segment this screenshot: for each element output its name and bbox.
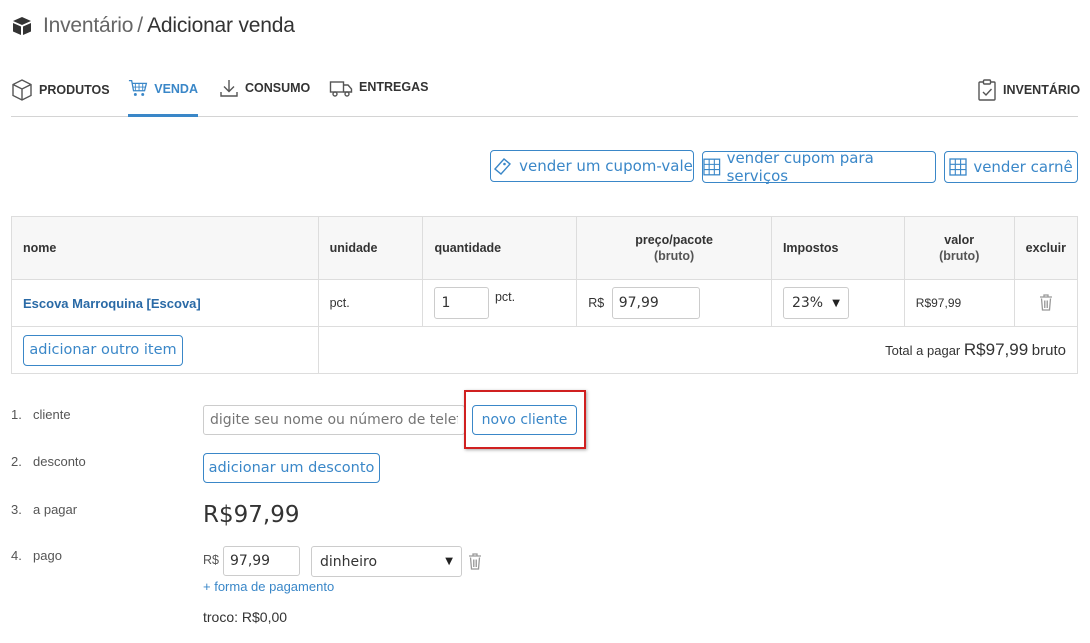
price-input[interactable]: 97,99 (611, 287, 700, 319)
cube-icon (12, 79, 32, 101)
payment-method-value: dinheiro (320, 553, 378, 570)
table-header-row: nome unidade quantidade preço/pacote (br… (11, 216, 1079, 280)
trash-icon[interactable] (468, 552, 482, 570)
product-name-link[interactable]: Escova Marroquina [Escova] (23, 296, 201, 311)
table-footer-row: adicionar outro item Total a pagar R$97,… (11, 326, 1079, 374)
sell-voucher-label: vender um cupom-vale (519, 157, 693, 175)
row-number: 1. (11, 407, 22, 422)
change-amount: troco: R$0,00 (203, 609, 288, 625)
breadcrumb-separator: / (137, 14, 144, 37)
add-discount-button[interactable]: adicionar um desconto (203, 453, 380, 483)
paid-row: 4. pago (11, 548, 62, 563)
to-pay-label: a pagar (33, 502, 78, 517)
grid-icon (949, 158, 967, 176)
sell-carne-button[interactable]: vender carnê (944, 151, 1078, 183)
tab-bar: PRODUTOS VENDA CONSUMO ENTREGAS INVENTÁR… (11, 72, 1080, 117)
tab-produtos[interactable]: PRODUTOS (11, 72, 110, 117)
truck-icon (329, 81, 353, 97)
caret-down-icon: ▼ (445, 556, 453, 567)
tab-venda[interactable]: VENDA (128, 72, 198, 117)
tab-consumo[interactable]: CONSUMO (219, 72, 310, 117)
to-pay-row: 3. a pagar (11, 502, 77, 517)
tab-label: CONSUMO (245, 81, 311, 95)
total-label: Total a pagar (885, 343, 961, 358)
discount-label: desconto (33, 454, 86, 469)
add-item-button[interactable]: adicionar outro item (23, 334, 183, 366)
download-icon (220, 80, 238, 97)
quantity-unit: pct. (494, 290, 516, 304)
value-cell: R$97,99 (903, 279, 1015, 327)
ticket-icon (494, 158, 512, 175)
tab-label: PRODUTOS (39, 83, 110, 97)
breadcrumb: Inventário / Adicionar venda (11, 14, 295, 38)
col-header-quantity: quantidade (422, 216, 578, 280)
row-number: 3. (11, 502, 22, 517)
sell-carne-label: vender carnê (973, 158, 1073, 176)
highlight-frame (464, 390, 586, 449)
col-header-taxes: Impostos (770, 216, 905, 280)
col-header-name: nome (11, 216, 319, 280)
box-icon (13, 17, 31, 35)
items-table: nome unidade quantidade preço/pacote (br… (11, 216, 1079, 374)
add-payment-method-link[interactable]: + forma de pagamento (203, 579, 334, 594)
total-amount: R$97,99 (963, 340, 1029, 359)
tab-entregas[interactable]: ENTREGAS (329, 72, 428, 117)
tax-select[interactable]: 23% ▼ (782, 287, 849, 319)
col-header-value-line1: valor (944, 233, 975, 247)
tax-value: 23% (791, 295, 824, 311)
page-title: Adicionar venda (147, 14, 295, 37)
sell-service-coupon-label: vender cupom para serviços (726, 149, 874, 185)
client-row: 1. cliente (11, 407, 71, 422)
caret-down-icon: ▼ (832, 297, 840, 309)
col-header-value: valor (bruto) (903, 216, 1015, 280)
col-header-price-line2: (bruto) (653, 249, 695, 263)
tab-label: VENDA (154, 82, 198, 96)
paid-currency: R$ (203, 553, 219, 567)
col-header-value-line2: (bruto) (939, 249, 980, 263)
clipboard-check-icon (978, 79, 996, 101)
total-line: Total a pagar R$97,99 bruto (317, 326, 1079, 374)
tab-inventario[interactable]: INVENTÁRIO (977, 72, 1080, 117)
sell-voucher-button[interactable]: vender um cupom-vale (490, 150, 694, 182)
sell-service-coupon-button[interactable]: vender cupom para serviços (702, 149, 936, 185)
row-number: 4. (11, 548, 22, 563)
discount-row: 2. desconto (11, 454, 86, 469)
tab-label: ENTREGAS (359, 80, 429, 94)
col-header-delete: excluir (1013, 216, 1079, 280)
trash-icon[interactable] (1039, 293, 1053, 311)
quantity-input[interactable]: 1 (434, 287, 490, 319)
client-label: cliente (33, 407, 71, 422)
total-suffix: bruto (1031, 342, 1066, 359)
breadcrumb-section[interactable]: Inventário (43, 14, 133, 38)
tab-label: INVENTÁRIO (1003, 83, 1081, 97)
col-header-price: preço/pacote (bruto) (576, 216, 772, 280)
cart-icon (128, 79, 148, 96)
unit-cell: pct. (317, 279, 424, 327)
paid-label: pago (33, 548, 62, 563)
col-header-price-line1: preço/pacote (635, 233, 713, 247)
price-currency: R$ (588, 296, 605, 310)
col-header-unit: unidade (317, 216, 424, 280)
table-row: Escova Marroquina [Escova] pct. 1 pct. R… (11, 279, 1079, 327)
row-number: 2. (11, 454, 22, 469)
client-search-input[interactable] (203, 405, 465, 435)
grid-icon (703, 158, 721, 176)
payment-method-select[interactable]: dinheiro ▼ (311, 546, 462, 577)
to-pay-amount: R$97,99 (203, 502, 300, 528)
paid-amount-input[interactable]: 97,99 (223, 546, 300, 576)
